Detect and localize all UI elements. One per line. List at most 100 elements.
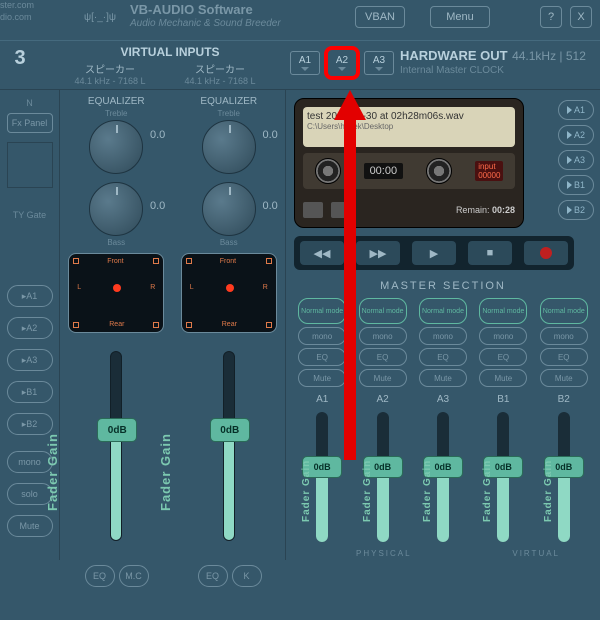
channel-button[interactable] xyxy=(331,202,351,218)
route-a1-button[interactable]: ▸A1 xyxy=(7,285,53,307)
fader-gain-label: Fader Gain xyxy=(158,433,173,511)
bass-label: Bass xyxy=(89,238,143,247)
vban-button[interactable]: VBAN xyxy=(355,6,405,28)
stop-button[interactable]: ■ xyxy=(468,241,512,265)
mono-button[interactable]: mono xyxy=(540,327,588,345)
master-fader[interactable]: 0dBFader Gain xyxy=(558,412,570,542)
route-a3-button[interactable]: ▸A3 xyxy=(7,349,53,371)
channel-id: B1 xyxy=(497,394,509,405)
mute-button[interactable]: Mute xyxy=(419,369,467,387)
route-a2-button[interactable]: ▸A2 xyxy=(7,317,53,339)
mute-button[interactable]: Mute xyxy=(298,369,346,387)
equalizer-label: EQUALIZER xyxy=(88,96,145,107)
fader-track[interactable]: 0dB xyxy=(223,351,235,541)
record-button[interactable] xyxy=(524,241,568,265)
output-a3-button[interactable]: A3 xyxy=(364,51,394,75)
mode-button[interactable]: Normal mode xyxy=(479,298,527,324)
eject-button[interactable] xyxy=(303,202,323,218)
chevron-down-icon xyxy=(301,67,309,71)
mute-button[interactable]: Mute xyxy=(7,515,53,537)
channel-id: B2 xyxy=(558,394,570,405)
route-b2-button[interactable]: B2 xyxy=(558,200,594,220)
fader-handle[interactable]: 0dB xyxy=(97,418,137,442)
route-b1-button[interactable]: B1 xyxy=(558,175,594,195)
master-section-label: MASTER SECTION xyxy=(286,280,600,292)
master-fader[interactable]: 0dBFader Gain xyxy=(437,412,449,542)
bass-value: 0.0 xyxy=(150,200,165,212)
treble-label: Treble xyxy=(89,109,143,118)
preview-box xyxy=(7,142,53,188)
master-col-b2: Normal mode mono EQ Mute B2 0dBFader Gai… xyxy=(536,298,592,542)
virtual-label: VIRTUAL xyxy=(512,549,560,558)
menu-button[interactable]: Menu xyxy=(430,6,490,28)
close-button[interactable]: X xyxy=(570,6,592,28)
eq-button[interactable]: EQ xyxy=(298,348,346,366)
virtual-input-strip-2: EQUALIZER Treble 0.0 0.0 Bass Front Rear… xyxy=(173,90,286,560)
virtual-input-1-header[interactable]: スピーカー 44.1 kHz - 7168 L xyxy=(60,61,160,86)
output-a1-button[interactable]: A1 xyxy=(290,51,320,75)
input-badge: input00000 xyxy=(475,161,503,181)
treble-knob[interactable] xyxy=(202,120,256,174)
fader-handle[interactable]: 0dB xyxy=(210,418,250,442)
eq-button[interactable]: EQ xyxy=(359,348,407,366)
fader-track[interactable]: 0dB xyxy=(110,351,122,541)
mono-button[interactable]: mono xyxy=(298,327,346,345)
play-button[interactable]: ▶ xyxy=(412,241,456,265)
left-n-label: N xyxy=(26,98,33,108)
recorder-display[interactable]: test 2021-12-30 at 02h28m06s.wav C:\User… xyxy=(303,107,515,147)
fx-panel-button[interactable]: Fx Panel xyxy=(7,113,53,133)
master-fader[interactable]: 0dBFader Gain xyxy=(377,412,389,542)
gate-label: Gate xyxy=(27,210,47,220)
eq-button[interactable]: EQ xyxy=(540,348,588,366)
equalizer-label: EQUALIZER xyxy=(200,96,257,107)
virtual-input-2-header[interactable]: スピーカー 44.1 kHz - 7168 L xyxy=(170,61,270,86)
eq-button[interactable]: EQ xyxy=(479,348,527,366)
k-button[interactable]: K xyxy=(232,565,262,587)
output-a2-button[interactable]: A2 xyxy=(324,46,360,80)
brand-name: VB-AUDIO Software xyxy=(130,2,253,17)
eq-button[interactable]: EQ xyxy=(419,348,467,366)
route-b2-button[interactable]: ▸B2 xyxy=(7,413,53,435)
brand-logo-icon: ψ[·_·]ψ xyxy=(75,2,125,32)
reel-left-icon xyxy=(315,158,341,184)
mono-button[interactable]: mono xyxy=(479,327,527,345)
route-a1-button[interactable]: A1 xyxy=(558,100,594,120)
ty-label: TY xyxy=(13,210,24,220)
mode-button[interactable]: Normal mode xyxy=(298,298,346,324)
surround-panel[interactable]: Front Rear L R xyxy=(181,253,277,333)
virtual-inputs-label: VIRTUAL INPUTS xyxy=(70,45,270,59)
chevron-down-icon xyxy=(338,67,346,71)
mc-button[interactable]: M.C xyxy=(119,565,149,587)
bass-knob[interactable] xyxy=(202,182,256,236)
hardware-out-label: HARDWARE OUT xyxy=(400,48,508,63)
mute-button[interactable]: Mute xyxy=(479,369,527,387)
brand-sub: Audio Mechanic & Sound Breeder xyxy=(130,18,281,29)
master-fader[interactable]: 0dBFader Gain xyxy=(497,412,509,542)
mode-button[interactable]: Normal mode xyxy=(359,298,407,324)
vi1-freq: 44.1 kHz - 7168 L xyxy=(60,76,160,86)
mute-button[interactable]: Mute xyxy=(359,369,407,387)
master-fader[interactable]: 0dBFader Gain xyxy=(316,412,328,542)
rewind-button[interactable]: ◀◀ xyxy=(300,241,344,265)
treble-value: 0.0 xyxy=(150,129,165,141)
help-button[interactable]: ? xyxy=(540,6,562,28)
treble-knob[interactable] xyxy=(89,120,143,174)
route-a2-button[interactable]: A2 xyxy=(558,125,594,145)
surround-panel[interactable]: Front Rear L R xyxy=(68,253,164,333)
bass-knob[interactable] xyxy=(89,182,143,236)
eq-button[interactable]: EQ xyxy=(85,565,115,587)
mode-button[interactable]: Normal mode xyxy=(540,298,588,324)
vi2-freq: 44.1 kHz - 7168 L xyxy=(170,76,270,86)
master-channels: Normal mode mono EQ Mute A1 0dBFader Gai… xyxy=(286,298,600,542)
transport-bar: ◀◀ ▶▶ ▶ ■ xyxy=(294,236,574,270)
fastforward-button[interactable]: ▶▶ xyxy=(356,241,400,265)
mode-button[interactable]: Normal mode xyxy=(419,298,467,324)
mono-button[interactable]: mono xyxy=(359,327,407,345)
mute-button[interactable]: Mute xyxy=(540,369,588,387)
route-b1-button[interactable]: ▸B1 xyxy=(7,381,53,403)
eq-button[interactable]: EQ xyxy=(198,565,228,587)
route-a3-button[interactable]: A3 xyxy=(558,150,594,170)
record-icon xyxy=(540,247,552,259)
mono-button[interactable]: mono xyxy=(419,327,467,345)
hardware-out-sub: Internal Master CLOCK xyxy=(400,65,586,76)
